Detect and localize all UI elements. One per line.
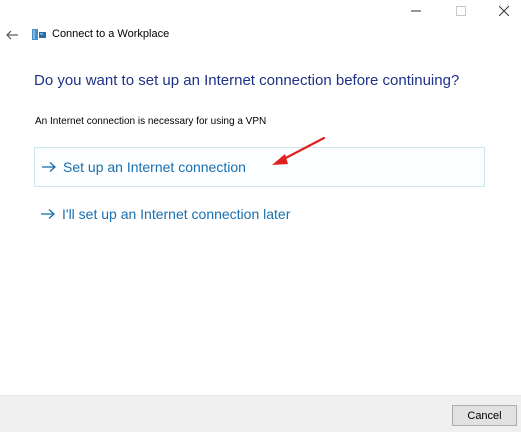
minimize-icon: [411, 10, 421, 12]
arrow-right-icon: [41, 161, 61, 173]
option-label: Set up an Internet connection: [63, 159, 246, 175]
back-button[interactable]: [2, 26, 22, 44]
arrow-right-icon: [40, 208, 60, 220]
window-title: Connect to a Workplace: [52, 28, 170, 40]
close-icon: [499, 6, 509, 16]
maximize-icon: [456, 6, 466, 16]
annotation-arrow-icon: [272, 136, 326, 165]
cancel-button[interactable]: Cancel: [452, 405, 517, 426]
wizard-header: Connect to a Workplace: [0, 24, 521, 46]
setup-internet-option[interactable]: Set up an Internet connection: [34, 147, 485, 187]
option-label: I'll set up an Internet connection later: [62, 206, 291, 222]
page-question: Do you want to set up an Internet connec…: [34, 72, 460, 89]
setup-later-option[interactable]: I'll set up an Internet connection later: [34, 194, 485, 234]
minimize-button[interactable]: [396, 0, 436, 22]
footer-bar: Cancel: [0, 395, 521, 432]
maximize-button[interactable]: [441, 0, 481, 22]
info-text: An Internet connection is necessary for …: [35, 116, 267, 127]
network-workplace-icon: [32, 29, 46, 40]
title-bar: [0, 0, 521, 22]
close-button[interactable]: [484, 0, 521, 22]
back-arrow-icon: [6, 30, 18, 40]
